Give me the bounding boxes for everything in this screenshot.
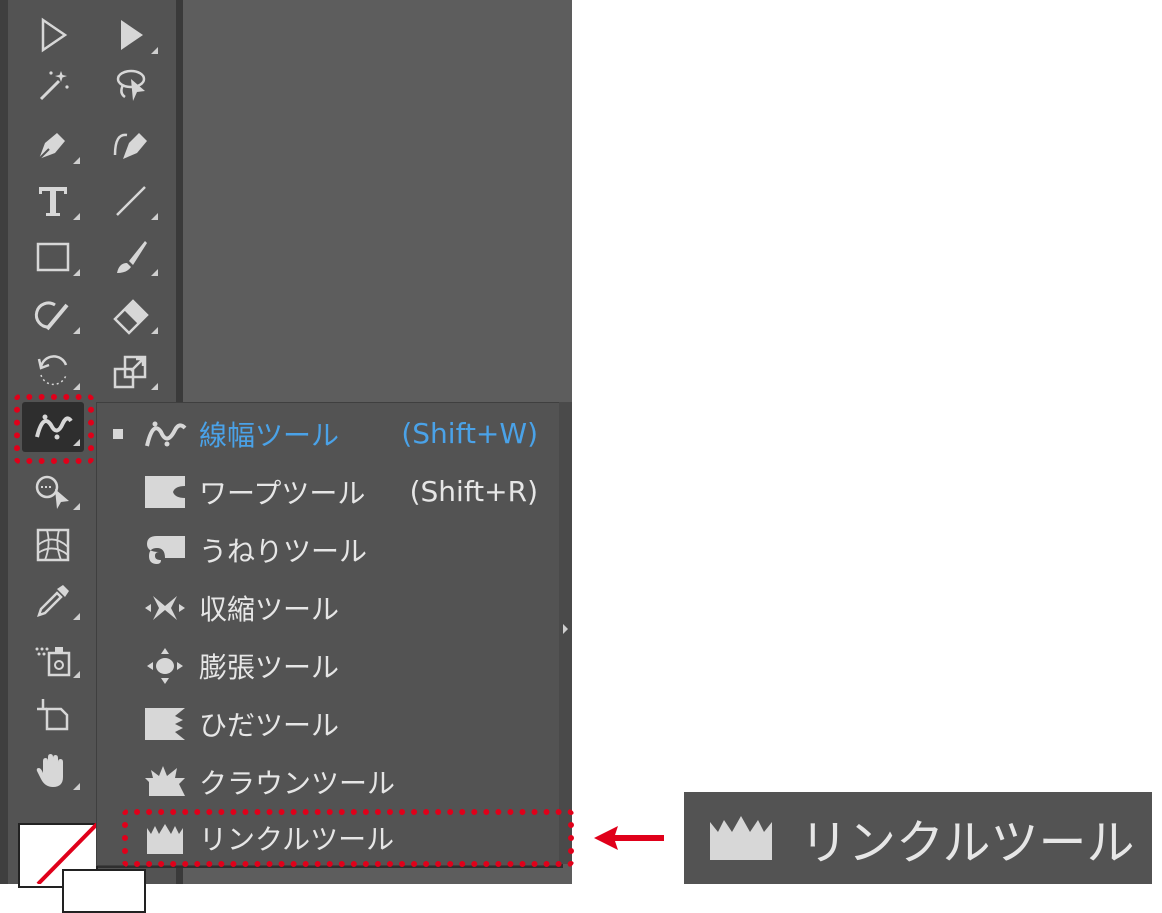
submenu-indicator [73,157,80,164]
menu-item-crystallize-tool[interactable]: クラウンツール [97,753,560,810]
fill-stroke-swatches[interactable] [18,823,146,913]
direct-selection-tool-icon [121,20,143,50]
tool-flyout-menu: 線幅ツール (Shift+W) ワープツール (Shift+R) うねりツール … [96,402,561,866]
submenu-indicator [73,269,80,276]
toolbar-left-edge [0,0,8,884]
menu-item-pucker-tool[interactable]: 収縮ツール [97,579,560,636]
menu-item-label: 膨張ツール [199,650,340,684]
lasso-tool-button[interactable] [100,60,162,110]
submenu-indicator [151,383,158,390]
shaper-tool-icon [34,301,69,331]
submenu-indicator [73,383,80,390]
line-segment-tool-icon [116,186,146,216]
line-segment-tool-button[interactable] [100,176,162,226]
callout-label: リンクルツール [800,815,1135,871]
submenu-indicator [151,213,158,220]
menu-item-label: ワープツール [199,476,366,510]
direct-selection-tool-button[interactable] [100,10,162,60]
submenu-indicator [151,47,158,54]
menu-item-label: ひだツール [199,708,340,742]
artboard-tool-icon [37,699,69,731]
scallop-tool-icon [145,707,185,740]
shape-builder-tool-icon [35,475,69,509]
selection-tool-icon [41,17,68,53]
artboard-tool-button[interactable] [22,690,84,740]
submenu-indicator [73,671,80,678]
hand-tool-icon [36,754,63,787]
paintbrush-tool-icon [117,241,147,273]
magic-wand-tool-button[interactable] [22,60,84,110]
submenu-indicator [151,269,158,276]
width-tool-highlight [14,394,94,464]
rectangle-tool-button[interactable] [22,232,84,282]
menu-item-warp-tool[interactable]: ワープツール (Shift+R) [97,463,560,520]
menu-item-scallop-tool[interactable]: ひだツール [97,695,560,752]
shaper-tool-button[interactable] [22,290,84,340]
shape-builder-tool-button[interactable] [22,466,84,516]
selection-tool-button[interactable] [22,10,84,60]
twirl-tool-icon [147,535,185,564]
rotate-tool-icon [37,355,68,386]
flyout-tearoff-tab[interactable] [559,402,572,864]
eyedropper-tool-button[interactable] [22,576,84,626]
pen-tool-icon [38,133,65,160]
submenu-indicator [73,783,80,790]
menu-item-label: うねりツール [199,534,368,568]
scale-tool-icon [113,355,147,389]
type-tool-icon [39,187,67,216]
magic-wand-tool-icon [39,71,69,101]
menu-item-shortcut: (Shift+W) [401,417,538,450]
menu-item-bloat-tool[interactable]: 膨張ツール [97,637,560,694]
type-tool-button[interactable] [22,176,84,226]
perspective-grid-tool-button[interactable] [22,520,84,570]
lasso-tool-icon [116,69,146,101]
paintbrush-tool-button[interactable] [100,232,162,282]
stroke-swatch[interactable] [62,869,146,913]
eyedropper-tool-icon [37,585,69,617]
pen-tool-button[interactable] [22,120,84,170]
bloat-tool-icon [147,647,183,684]
menu-item-label: 線幅ツール [199,418,340,452]
curvature-tool-button[interactable] [100,120,162,170]
submenu-indicator [73,503,80,510]
menu-item-twirl-tool[interactable]: うねりツール [97,521,560,578]
rectangle-tool-icon [36,242,70,272]
zoomed-callout: リンクルツール [684,792,1152,884]
rotate-tool-button[interactable] [22,346,84,396]
submenu-indicator [73,613,80,620]
symbol-sprayer-tool-button[interactable] [22,634,84,684]
pucker-tool-icon [145,595,185,620]
eraser-tool-button[interactable] [100,290,162,340]
wrinkle-tool-icon [710,816,772,860]
eraser-tool-icon [113,299,149,335]
menu-item-width-tool[interactable]: 線幅ツール (Shift+W) [97,405,560,462]
selected-dot-icon [113,428,123,439]
submenu-indicator [73,327,80,334]
submenu-indicator [151,327,158,334]
symbol-sprayer-tool-icon [35,647,71,677]
curvature-tool-icon [113,133,147,159]
chevron-right-icon [563,624,568,634]
hand-tool-button[interactable] [22,746,84,796]
width-tool-icon [145,421,187,446]
menu-item-shortcut: (Shift+R) [409,475,538,508]
callout-arrow-icon [594,826,664,850]
submenu-indicator [73,213,80,220]
crystallize-tool-icon [145,765,185,796]
warp-tool-icon [145,475,185,508]
perspective-grid-tool-icon [36,528,70,562]
menu-item-label: 収縮ツール [199,592,340,626]
menu-item-label: クラウンツール [199,766,396,800]
wrinkle-tool-highlight [122,809,574,867]
scale-tool-button[interactable] [100,346,162,396]
